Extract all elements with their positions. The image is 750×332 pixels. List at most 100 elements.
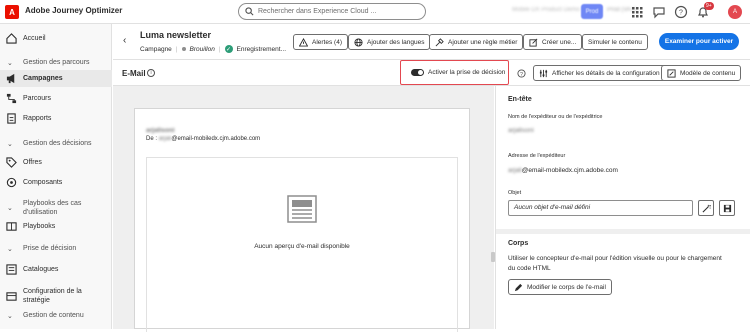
- chevron-down-icon[interactable]: ⌄: [7, 204, 13, 212]
- object-type: Campagne: [140, 45, 172, 53]
- sidebar-section-13[interactable]: ⌄ Gestion de contenu: [0, 310, 112, 321]
- create-label: Créer une...: [542, 38, 577, 46]
- sidebar-item-2[interactable]: Campagnes: [0, 70, 112, 87]
- global-search[interactable]: Rechercher dans Experience Cloud ...: [238, 3, 426, 20]
- sidebar-item-0[interactable]: Accueil: [0, 33, 112, 44]
- svg-text:?: ?: [679, 10, 683, 17]
- add-languages-label: Ajouter des langues: [367, 38, 425, 46]
- subject-label: Objet: [508, 190, 522, 196]
- chevron-down-icon[interactable]: ⌄: [7, 140, 13, 148]
- body-description: Utiliser le concepteur d'e-mail pour l'é…: [508, 255, 722, 272]
- avatar[interactable]: A: [728, 5, 742, 19]
- from-domain: @email-mobiledx.cjm.adobe.com: [171, 136, 261, 142]
- header-section-title: En-tête: [508, 96, 532, 103]
- create-button[interactable]: Créer une...: [523, 34, 583, 50]
- campaign-meta: Campagne | Brouillon | ✓ Enregistrement.…: [140, 45, 286, 53]
- show-configuration-details-button[interactable]: Afficher les détails de la configuration: [533, 65, 666, 81]
- sidebar-item-12[interactable]: Configuration de la stratégie: [0, 286, 112, 306]
- pencil-icon: [514, 283, 523, 291]
- chat-icon[interactable]: [652, 5, 666, 19]
- sender-name-value[interactable]: arjalisoni: [508, 127, 534, 134]
- configuration-icon: [539, 69, 548, 77]
- sidebar-item-label: Prise de décision: [23, 245, 77, 252]
- add-languages-button[interactable]: Ajouter des langues: [348, 34, 431, 50]
- help-icon[interactable]: ?: [517, 69, 526, 78]
- sidebar-item-label: Catalogues: [23, 266, 59, 273]
- sidebar-item-4[interactable]: Rapports: [0, 113, 112, 124]
- sidebar-section-5[interactable]: ⌄ Gestion des décisions: [0, 138, 112, 149]
- sidebar-item-9[interactable]: Playbooks: [0, 221, 112, 232]
- section-divider: [496, 229, 750, 234]
- create-icon: [529, 38, 538, 47]
- separator: |: [175, 45, 178, 53]
- page-title: Luma newsletter: [140, 30, 212, 40]
- chevron-down-icon[interactable]: ⌄: [7, 245, 13, 253]
- sidebar-item-3[interactable]: Parcours: [0, 93, 112, 104]
- subject-input[interactable]: Aucun objet d'e-mail défini: [508, 200, 693, 216]
- status-badge: Brouillon: [189, 45, 215, 53]
- show-configuration-details-label: Afficher les détails de la configuration: [552, 69, 660, 77]
- empty-preview-icon: [287, 195, 317, 223]
- sender-address-domain: @email-mobiledx.cjm.adobe.com: [521, 167, 618, 174]
- template-icon: [667, 68, 676, 78]
- chevron-down-icon[interactable]: ⌄: [7, 59, 13, 67]
- search-placeholder: Rechercher dans Experience Cloud ...: [258, 8, 377, 15]
- sidebar-item-7[interactable]: Composants: [0, 177, 112, 188]
- back-chevron-icon[interactable]: ‹: [123, 35, 126, 46]
- email-toolbar: E-Mail i Activer la prise de décision ? …: [113, 60, 750, 86]
- sidebar-item-11[interactable]: Catalogues: [0, 264, 112, 275]
- help-icon[interactable]: ?: [674, 5, 688, 19]
- sidebar-section-10[interactable]: ⌄ Prise de décision: [0, 243, 112, 254]
- apps-icon[interactable]: [630, 5, 644, 19]
- edit-email-body-button[interactable]: Modifier le corps de l'e-mail: [508, 279, 612, 295]
- sidebar-section-1[interactable]: ⌄ Gestion des parcours: [0, 57, 112, 68]
- preview-sender-name: arjalisoni: [146, 127, 175, 134]
- svg-text:?: ?: [520, 72, 523, 78]
- preview-from-line: De : arjali@email-mobiledx.cjm.adobe.com: [146, 136, 260, 142]
- decisioning-toggle-label: Activer la prise de décision: [428, 69, 506, 76]
- disk-icon: [723, 204, 731, 212]
- org-name[interactable]: Mobile DX Product Demo: [512, 7, 580, 13]
- app-name[interactable]: Adobe Journey Optimizer: [25, 6, 122, 15]
- sender-address-value[interactable]: arjali@email-mobiledx.cjm.adobe.com: [508, 167, 618, 174]
- content-template-label: Modèle de contenu: [680, 69, 736, 77]
- add-business-rule-button[interactable]: Ajouter une règle métier: [429, 34, 524, 50]
- status-dot-icon: [181, 47, 186, 51]
- sidebar-item-label: Rapports: [23, 115, 52, 122]
- sidebar-item-label: Playbooks des cas d'utilisation: [23, 200, 82, 216]
- email-preview-canvas: arjalisoni De : arjali@email-mobiledx.cj…: [113, 86, 494, 332]
- playbook-icon: [6, 222, 17, 231]
- personalize-button[interactable]: [698, 200, 714, 216]
- adobe-logo[interactable]: A: [5, 5, 19, 19]
- review-to-activate-button[interactable]: Examiner pour activer: [659, 33, 739, 50]
- sender-name-label: Nom de l'expéditeur ou de l'expéditrice: [508, 114, 603, 120]
- top-bar: A Adobe Journey Optimizer Rechercher dan…: [0, 0, 750, 24]
- sidebar-item-label: Playbooks: [23, 223, 56, 230]
- from-prefix: De :: [146, 136, 158, 142]
- sidebar-item-6[interactable]: Offres: [0, 157, 112, 168]
- content-template-button[interactable]: Modèle de contenu: [661, 65, 742, 81]
- rule-icon: [435, 37, 444, 46]
- review-to-activate-label: Examiner pour activer: [664, 38, 734, 45]
- search-icon: [245, 7, 254, 16]
- chevron-down-icon[interactable]: ⌄: [7, 312, 13, 320]
- check-icon: ✓: [224, 45, 233, 53]
- sender-address-user: arjali: [508, 167, 522, 174]
- edit-email-body-label: Modifier le corps de l'e-mail: [527, 283, 606, 291]
- sidebar-item-label: Parcours: [23, 95, 52, 102]
- sidebar-item-label: Composants: [23, 179, 63, 186]
- sidebar-section-8[interactable]: ⌄ Playbooks des cas d'utilisation: [0, 198, 112, 218]
- sidebar-item-label: Campagnes: [23, 75, 63, 82]
- sidebar: Accueil ⌄ Gestion des parcours Campagnes Par…: [0, 24, 112, 329]
- alerts-button[interactable]: Alertes (4): [293, 34, 348, 50]
- environment-badge: Prod: [581, 4, 603, 19]
- simulate-content-button[interactable]: Simuler le contenu: [582, 34, 648, 50]
- save-fragment-button[interactable]: [719, 200, 735, 216]
- offer-icon: [6, 157, 17, 168]
- from-user: arjali: [158, 136, 172, 142]
- globe-icon: [354, 37, 363, 47]
- strategy-icon: [6, 291, 17, 301]
- info-icon[interactable]: i: [147, 69, 155, 77]
- home-icon: [6, 33, 17, 44]
- decisioning-toggle[interactable]: [411, 69, 424, 76]
